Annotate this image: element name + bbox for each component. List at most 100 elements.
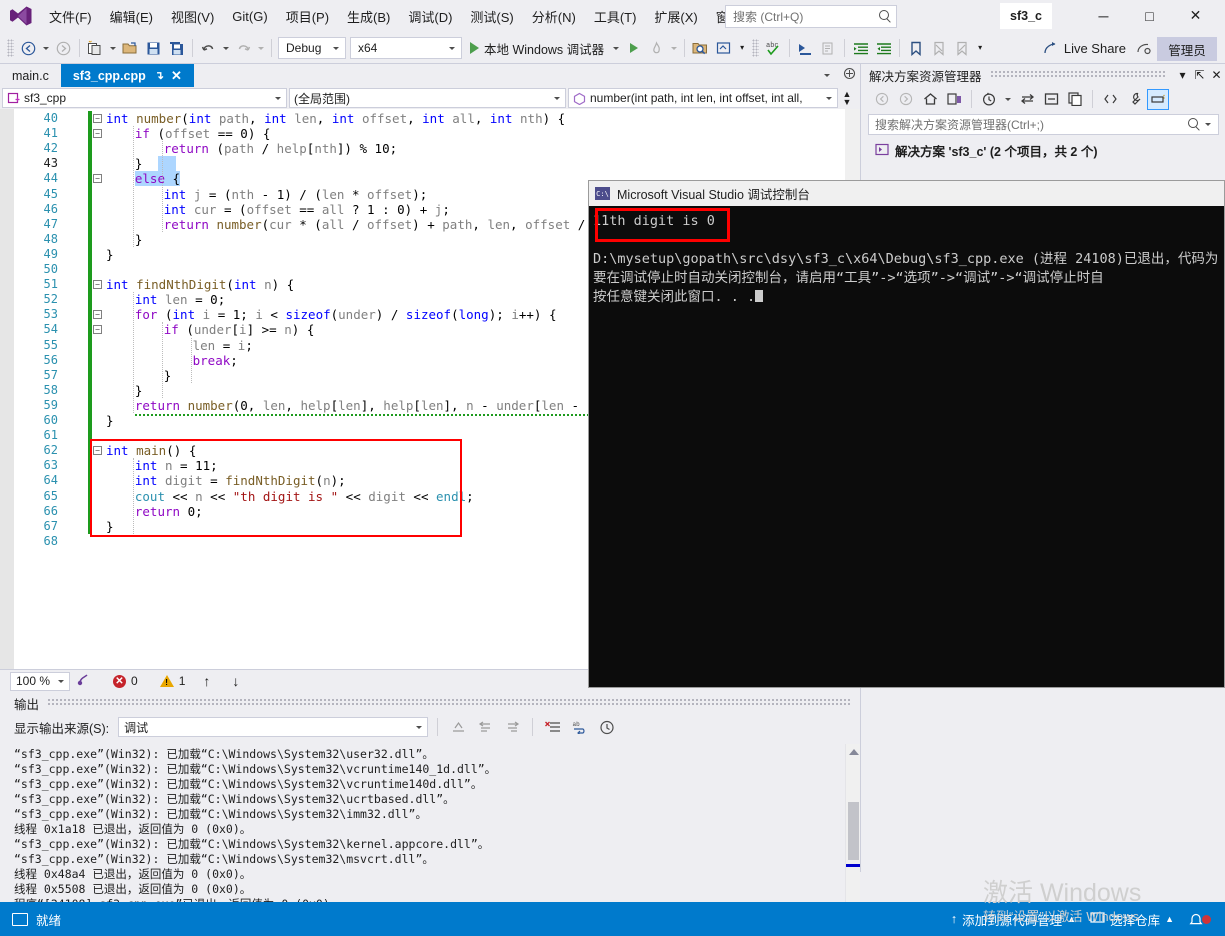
code-line[interactable]: } (106, 247, 114, 262)
next-bookmark-icon[interactable] (950, 37, 973, 60)
tab-list-dropdown-icon[interactable] (824, 73, 830, 77)
intellisense-icon[interactable] (76, 672, 91, 690)
solution-explorer-tree[interactable]: 解决方案 'sf3_c' (2 个项目，共 2 个) (861, 135, 1225, 160)
member-scope-combo[interactable]: number(int path, int len, int offset, in… (568, 88, 838, 108)
code-line[interactable]: int cur = (offset == all ? 1 : 0) + j; (106, 202, 450, 217)
fold-toggle-icon[interactable]: − (93, 310, 102, 320)
search-options-dropdown-icon[interactable] (1205, 123, 1211, 126)
go-to-previous-message-icon[interactable] (474, 717, 496, 737)
fold-toggle-icon[interactable]: − (93, 129, 102, 139)
home-icon[interactable] (919, 89, 941, 110)
fold-toggle-icon[interactable]: − (93, 114, 102, 123)
properties-wrench-icon[interactable] (1123, 89, 1145, 110)
spellcheck-icon[interactable]: abc (762, 37, 785, 60)
solution-config-combo[interactable]: Debug (278, 37, 346, 59)
code-line[interactable]: cout << n << "th digit is " << digit << … (106, 489, 474, 504)
search-input[interactable]: 搜索 (Ctrl+Q) (725, 5, 897, 28)
fold-toggle-icon[interactable]: − (93, 325, 102, 335)
pending-changes-dropdown-icon[interactable] (1005, 97, 1011, 101)
menu-item-tools[interactable]: 工具(T) (585, 2, 646, 31)
fold-toggle-icon[interactable]: − (93, 174, 102, 184)
menu-item-build[interactable]: 生成(B) (338, 2, 399, 31)
close-panel-icon[interactable]: ✕ (1208, 68, 1225, 82)
maximize-button[interactable]: □ (1127, 0, 1172, 31)
sync-with-active-document-icon[interactable] (943, 89, 965, 110)
project-scope-combo[interactable]: sf3_cpp (2, 88, 287, 108)
code-line[interactable]: else { (106, 171, 181, 187)
toggle-word-wrap-icon[interactable]: ab (569, 717, 591, 737)
save-all-icon[interactable] (165, 37, 188, 60)
toolbar-grip[interactable] (752, 39, 760, 57)
close-button[interactable]: ✕ (1173, 0, 1218, 31)
debug-target-dropdown-icon[interactable] (613, 46, 620, 50)
code-line[interactable]: return 0; (106, 504, 203, 519)
code-line[interactable]: } (106, 232, 143, 247)
panel-drag-handle[interactable] (989, 71, 1166, 79)
window-layout-icon[interactable] (712, 37, 735, 60)
menu-item-analyze[interactable]: 分析(N) (523, 2, 585, 31)
send-feedback-icon[interactable] (1132, 37, 1155, 60)
warning-count-indicator[interactable]: 1 (159, 674, 185, 688)
collapse-all-icon[interactable] (1040, 89, 1062, 110)
minimize-button[interactable]: ─ (1081, 0, 1126, 31)
decrease-indent-icon[interactable] (872, 37, 895, 60)
code-line[interactable]: if (offset == 0) { (106, 126, 271, 141)
find-in-files-icon[interactable] (689, 37, 712, 60)
code-line[interactable]: int findNthDigit(int n) { (106, 277, 294, 292)
refresh-icon[interactable] (1016, 89, 1038, 110)
console-output[interactable]: 11th digit is 0 D:\mysetup\gopath\src\ds… (589, 206, 1224, 687)
code-line[interactable]: } (106, 413, 114, 428)
split-editor-icon[interactable]: ▲ ▼ (840, 90, 854, 107)
tree-row-solution[interactable]: 解决方案 'sf3_c' (2 个项目，共 2 个) (871, 141, 1225, 160)
start-debugging-button[interactable]: 本地 Windows 调试器 (464, 37, 610, 60)
hot-reload-icon[interactable] (645, 37, 668, 60)
code-line[interactable]: len = i; (106, 338, 253, 353)
live-share-button[interactable]: Live Share (1037, 37, 1132, 60)
open-file-icon[interactable] (119, 37, 142, 60)
undo-icon[interactable] (197, 37, 220, 60)
solution-platform-combo[interactable]: x64 (350, 37, 462, 59)
output-text[interactable]: “sf3_cpp.exe”(Win32): 已加载“C:\Windows\Sys… (8, 744, 840, 916)
menu-item-file[interactable]: 文件(F) (40, 2, 101, 31)
hot-reload-dropdown-icon[interactable] (671, 46, 678, 50)
tab-sf3-cpp[interactable]: sf3_cpp.cpp ↴ ✕ (60, 64, 194, 87)
previous-issue-icon[interactable]: ↑ (203, 673, 210, 689)
preview-selected-items-icon[interactable] (1147, 88, 1169, 110)
output-scroll-thumb[interactable] (848, 802, 859, 860)
solution-explorer-search-input[interactable]: 搜索解决方案资源管理器(Ctrl+;) (868, 114, 1219, 135)
code-line[interactable]: int len = 0; (106, 292, 225, 307)
code-line[interactable]: return number(cur * (all / offset) + pat… (106, 217, 616, 232)
menu-item-debug[interactable]: 调试(D) (399, 2, 461, 31)
layout-more-icon[interactable]: ▾ (735, 44, 749, 52)
start-without-debugging-icon[interactable] (622, 37, 645, 60)
scroll-up-icon[interactable] (849, 749, 859, 755)
toggle-timestamps-icon[interactable] (596, 717, 618, 737)
pin-panel-icon[interactable]: ⇱ (1191, 68, 1208, 82)
error-count-indicator[interactable]: ✕ 0 (113, 674, 138, 688)
show-all-files-icon[interactable] (1064, 89, 1086, 110)
redo-icon[interactable] (232, 37, 255, 60)
close-tab-icon[interactable]: ✕ (171, 68, 182, 84)
go-to-next-message-icon[interactable] (501, 717, 523, 737)
bookmark-more-icon[interactable]: ▾ (973, 44, 987, 52)
comment-block-icon[interactable] (817, 37, 840, 60)
save-icon[interactable] (142, 37, 165, 60)
clear-output-icon[interactable] (542, 717, 564, 737)
type-scope-combo[interactable]: (全局范围) (289, 88, 566, 108)
back-dropdown-icon[interactable] (43, 46, 49, 50)
navigate-forward-icon[interactable] (52, 37, 75, 60)
menu-item-project[interactable]: 项目(P) (277, 2, 338, 31)
pending-changes-icon[interactable] (978, 89, 1000, 110)
menu-item-test[interactable]: 测试(S) (461, 2, 522, 31)
navigate-back-icon[interactable] (17, 37, 40, 60)
step-into-icon[interactable] (794, 37, 817, 60)
toolbar-grip[interactable] (7, 39, 14, 57)
view-code-icon[interactable] (1099, 89, 1121, 110)
back-icon[interactable] (871, 89, 893, 110)
code-line[interactable]: int n = 11; (106, 458, 218, 473)
menu-item-view[interactable]: 视图(V) (162, 2, 223, 31)
code-line[interactable]: int j = (nth - 1) / (len * offset); (106, 187, 428, 202)
add-to-source-control-button[interactable]: ↑ 添加到源代码管理 ▲ (951, 910, 1076, 929)
debug-console-window[interactable]: C:\ Microsoft Visual Studio 调试控制台 11th d… (588, 180, 1225, 688)
panel-menu-icon[interactable]: ▾ (1174, 68, 1191, 82)
